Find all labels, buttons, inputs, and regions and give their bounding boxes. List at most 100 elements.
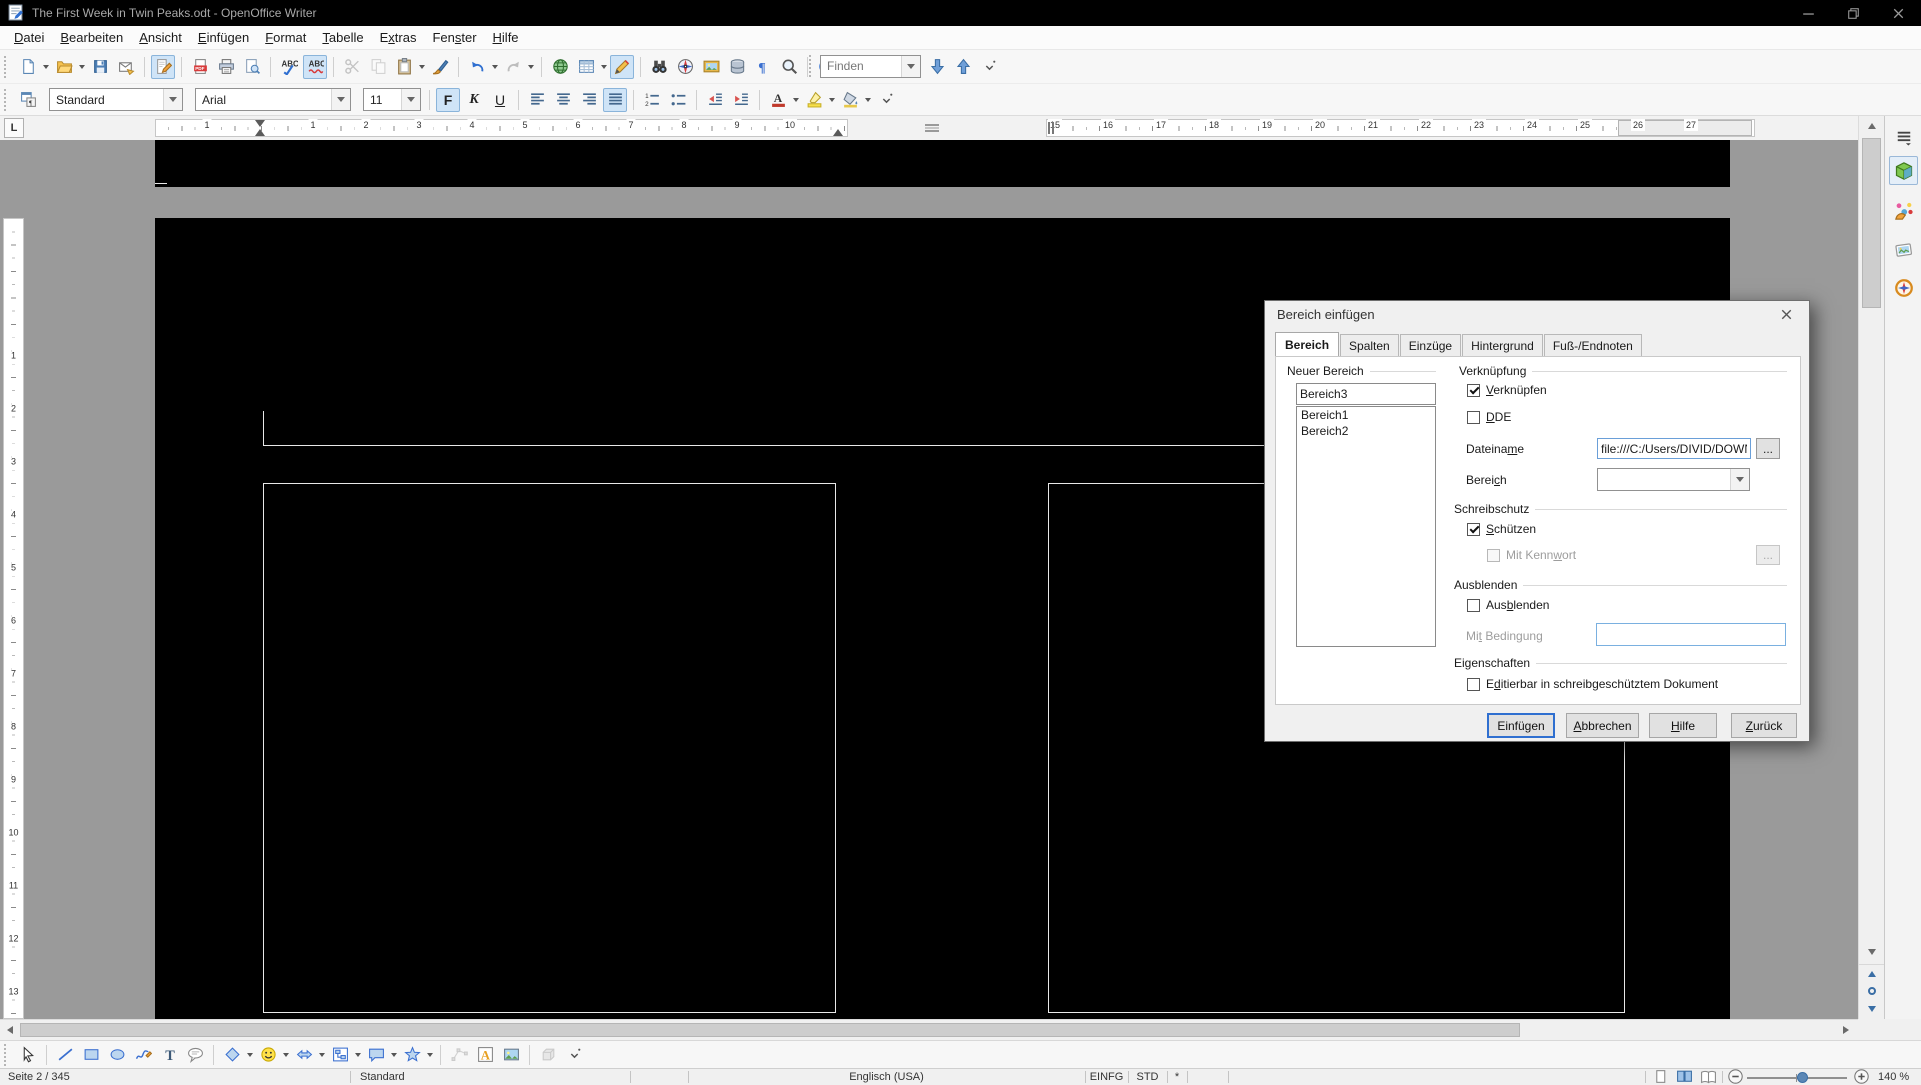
- scroll-down-button[interactable]: [1859, 944, 1885, 960]
- hide-checkbox[interactable]: Ausblenden: [1467, 598, 1549, 612]
- next-page-button[interactable]: [1859, 1000, 1885, 1018]
- view-multi-page-button[interactable]: [1676, 1068, 1693, 1084]
- bold-button[interactable]: F: [436, 88, 460, 112]
- basic-shapes-button[interactable]: [220, 1043, 244, 1067]
- zoom-slider[interactable]: [1747, 1077, 1847, 1079]
- open-button[interactable]: [52, 55, 76, 79]
- align-right-button[interactable]: [577, 88, 601, 112]
- zoom-out-button[interactable]: [1727, 1068, 1744, 1084]
- sidebar-tab-sidebar-menu[interactable]: [1889, 122, 1918, 151]
- toolbar-more-button[interactable]: [874, 88, 898, 112]
- open-dropdown[interactable]: [77, 55, 86, 79]
- sidebar-tab-styles[interactable]: [1889, 196, 1918, 225]
- increase-indent-button[interactable]: [729, 88, 753, 112]
- sidebar-tab-navigator[interactable]: [1889, 273, 1918, 302]
- menu-tabelle[interactable]: Tabelle: [314, 27, 371, 48]
- callout-button[interactable]: [183, 1043, 207, 1067]
- dialog-tab-fuendnoten[interactable]: Fuß-/Endnoten: [1544, 334, 1642, 357]
- language-status[interactable]: Englisch (USA): [688, 1069, 1085, 1085]
- dialog-tab-einzge[interactable]: Einzüge: [1400, 334, 1461, 357]
- formatting-marks-button[interactable]: ¶: [751, 55, 775, 79]
- dialog-title-bar[interactable]: Bereich einfügen: [1265, 301, 1809, 328]
- print-direct-button[interactable]: [214, 55, 238, 79]
- horizontal-scrollbar[interactable]: [0, 1019, 1858, 1040]
- protect-checkbox[interactable]: Schützen: [1467, 522, 1536, 536]
- show-draw-functions-button[interactable]: [610, 55, 634, 79]
- decrease-indent-button[interactable]: [703, 88, 727, 112]
- gallery-button[interactable]: [699, 55, 723, 79]
- find-previous-button[interactable]: [951, 54, 975, 78]
- line-button[interactable]: [53, 1043, 77, 1067]
- spellcheck-button[interactable]: ABC: [277, 55, 301, 79]
- background-color-dropdown[interactable]: [863, 88, 872, 112]
- toolbar-grip[interactable]: [4, 56, 10, 78]
- dialog-tab-spalten[interactable]: Spalten: [1340, 334, 1399, 357]
- block-arrows-dropdown[interactable]: [317, 1043, 326, 1067]
- menu-hilfe[interactable]: Hilfe: [485, 27, 527, 48]
- font-color-button[interactable]: A: [766, 88, 790, 112]
- find-replace-button[interactable]: [647, 55, 671, 79]
- scroll-left-button[interactable]: [2, 1020, 18, 1040]
- text-box-button[interactable]: T: [157, 1043, 181, 1067]
- flowchart-dropdown[interactable]: [353, 1043, 362, 1067]
- find-toolbar-more-button[interactable]: [977, 54, 1001, 78]
- sidebar-tab-properties[interactable]: [1889, 156, 1918, 185]
- export-pdf-button[interactable]: PDF: [188, 55, 212, 79]
- basic-shapes-dropdown[interactable]: [245, 1043, 254, 1067]
- page-preview-button[interactable]: [240, 55, 264, 79]
- navigation-button[interactable]: [1859, 982, 1885, 1000]
- zoom-in-button[interactable]: [1853, 1068, 1870, 1084]
- undo-dropdown[interactable]: [490, 55, 499, 79]
- chevron-down-icon[interactable]: [1730, 469, 1749, 490]
- align-left-button[interactable]: [525, 88, 549, 112]
- background-color-button[interactable]: [838, 88, 862, 112]
- new-document-dropdown[interactable]: [41, 55, 50, 79]
- styles-panel-button[interactable]: ¶: [16, 88, 40, 112]
- flowchart-button[interactable]: [328, 1043, 352, 1067]
- callouts-button[interactable]: [364, 1043, 388, 1067]
- close-button[interactable]: [1876, 0, 1921, 26]
- section-name-input[interactable]: [1296, 383, 1436, 405]
- link-checkbox[interactable]: Verknüpfen: [1467, 383, 1547, 397]
- page-style-status[interactable]: Standard: [360, 1069, 405, 1085]
- menu-bearbeiten[interactable]: Bearbeiten: [52, 27, 131, 48]
- symbol-shapes-button[interactable]: [256, 1043, 280, 1067]
- underline-button[interactable]: U: [488, 88, 512, 112]
- vertical-ruler[interactable]: 12345678910111213: [3, 218, 24, 1019]
- back-button[interactable]: Zurück: [1731, 713, 1797, 738]
- right-indent-marker[interactable]: [833, 129, 843, 136]
- stars-button[interactable]: [400, 1043, 424, 1067]
- bullet-list-button[interactable]: [666, 88, 690, 112]
- zoom-slider-handle[interactable]: [1797, 1072, 1808, 1083]
- paste-button[interactable]: [392, 55, 416, 79]
- zoom-level-status[interactable]: 140 %: [1878, 1069, 1909, 1085]
- freeform-line-button[interactable]: [131, 1043, 155, 1067]
- horizontal-scrollbar-thumb[interactable]: [20, 1023, 1520, 1037]
- document-modified-status[interactable]: *: [1167, 1069, 1187, 1085]
- numbered-list-button[interactable]: 12: [640, 88, 664, 112]
- justify-button[interactable]: [603, 88, 627, 112]
- undo-button[interactable]: [465, 55, 489, 79]
- highlighting-button[interactable]: [802, 88, 826, 112]
- insert-table-button[interactable]: [574, 55, 598, 79]
- filename-input[interactable]: [1597, 438, 1751, 459]
- vertical-scrollbar-thumb[interactable]: [1862, 138, 1881, 308]
- link-section-combo[interactable]: [1597, 468, 1750, 491]
- first-line-indent-marker[interactable]: [255, 120, 265, 127]
- autospellcheck-button[interactable]: ABC: [303, 55, 327, 79]
- insert-table-dropdown[interactable]: [599, 55, 608, 79]
- section-list[interactable]: Bereich1Bereich2: [1296, 406, 1436, 647]
- menu-datei[interactable]: Datei: [6, 27, 52, 48]
- menu-extras[interactable]: Extras: [372, 27, 425, 48]
- fontwork-gallery-button[interactable]: A: [473, 1043, 497, 1067]
- find-next-button[interactable]: [925, 54, 949, 78]
- menu-format[interactable]: Format: [257, 27, 314, 48]
- hyperlink-button[interactable]: [548, 55, 572, 79]
- chevron-down-icon[interactable]: [163, 89, 182, 110]
- scroll-up-button[interactable]: [1859, 118, 1885, 134]
- chevron-down-icon[interactable]: [401, 89, 420, 110]
- editable-checkbox[interactable]: Editierbar in schreibgeschütztem Dokumen…: [1467, 677, 1718, 691]
- highlighting-dropdown[interactable]: [827, 88, 836, 112]
- navigator-button[interactable]: [673, 55, 697, 79]
- dde-checkbox[interactable]: DDE: [1467, 410, 1511, 424]
